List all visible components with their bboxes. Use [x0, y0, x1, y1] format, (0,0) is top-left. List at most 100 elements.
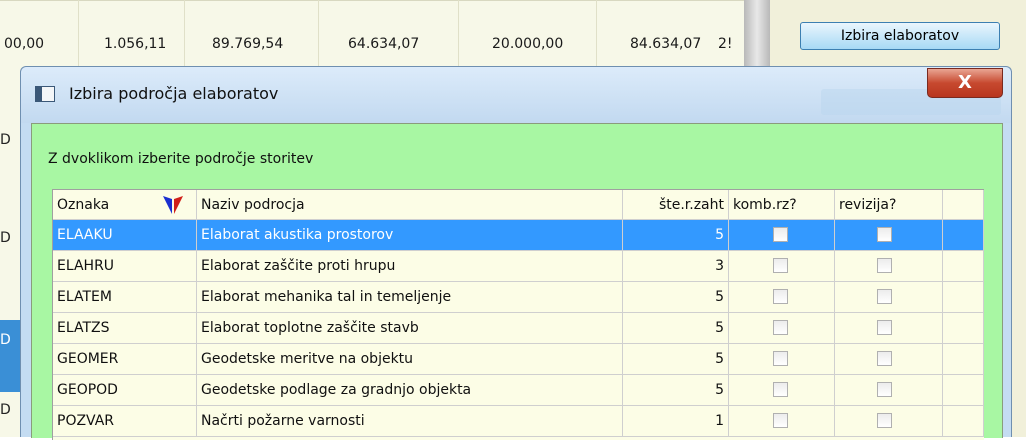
dialog-content: Z dvoklikom izberite področje storitev O…: [31, 123, 1003, 440]
cell-komb: [729, 220, 835, 251]
table-row[interactable]: GEOMER Geodetske meritve na objektu 5: [53, 344, 984, 375]
cell-filler: [943, 313, 984, 344]
cell-oznaka: POZVAR: [53, 406, 197, 437]
background-right-strip: [1012, 70, 1026, 437]
sheet-gridline: [184, 0, 185, 70]
column-header-label: Naziv podrocja: [201, 197, 305, 213]
cell-komb: [729, 313, 835, 344]
sheet-cell: 1.056,11: [104, 36, 167, 52]
sort-down-icon[interactable]: [163, 195, 183, 215]
sheet-cell-fragment: D: [0, 230, 11, 246]
sheet-top-line: [0, 0, 760, 1]
cell-revizija: [835, 220, 943, 251]
cell-komb: [729, 282, 835, 313]
dialog-title: Izbira področja elaboratov: [69, 84, 279, 103]
column-header-revizija[interactable]: revizija?: [835, 190, 943, 220]
sheet-cell: 20.000,00: [492, 36, 564, 52]
column-header-naziv[interactable]: Naziv podrocja: [197, 190, 623, 220]
cell-oznaka: GEOMER: [53, 344, 197, 375]
splitter-bar[interactable]: [744, 0, 770, 70]
cell-komb: [729, 375, 835, 406]
cell-naziv: Geodetske podlage za gradnjo objekta: [197, 375, 623, 406]
cell-filler: [943, 406, 984, 437]
cell-naziv: Geodetske meritve na objektu: [197, 344, 623, 375]
cell-stevilo: 1: [623, 406, 729, 437]
sheet-gridline: [318, 0, 319, 70]
cell-naziv: Elaborat akustika prostorov: [197, 220, 623, 251]
cell-stevilo: 3: [623, 251, 729, 282]
cell-revizija: [835, 375, 943, 406]
cell-komb: [729, 344, 835, 375]
cell-filler: [943, 344, 984, 375]
column-header-oznaka[interactable]: Oznaka: [53, 190, 197, 220]
komb-checkbox[interactable]: [773, 227, 788, 242]
sheet-cell: 89.769,54: [212, 36, 284, 52]
sheet-gridline: [78, 0, 79, 70]
komb-checkbox[interactable]: [773, 320, 788, 335]
komb-checkbox[interactable]: [773, 289, 788, 304]
cell-oznaka: ELATEM: [53, 282, 197, 313]
cell-oznaka: ELATZS: [53, 313, 197, 344]
cell-filler: [943, 375, 984, 406]
table-row[interactable]: ELAHRU Elaborat zaščite proti hrupu 3: [53, 251, 984, 282]
cell-stevilo: 5: [623, 375, 729, 406]
table-row[interactable]: ELATEM Elaborat mehanika tal in temeljen…: [53, 282, 984, 313]
table-row[interactable]: ELATZS Elaborat toplotne zaščite stavb 5: [53, 313, 984, 344]
window-icon: [35, 86, 55, 102]
revizija-checkbox[interactable]: [877, 258, 892, 273]
cell-filler: [943, 220, 984, 251]
cell-stevilo: 5: [623, 220, 729, 251]
cell-revizija: [835, 251, 943, 282]
table-row[interactable]: GEOPOD Geodetske podlage za gradnjo obje…: [53, 375, 984, 406]
column-header-filler: [943, 190, 984, 220]
close-button[interactable]: X: [927, 68, 1003, 98]
izbira-elaboratov-button[interactable]: Izbira elaboratov: [800, 22, 1000, 50]
cell-revizija: [835, 313, 943, 344]
komb-checkbox[interactable]: [773, 413, 788, 428]
column-header-label: Oznaka: [57, 197, 110, 213]
cell-oznaka: ELAHRU: [53, 251, 197, 282]
sheet-cell-fragment: D: [0, 132, 11, 148]
revizija-checkbox[interactable]: [877, 382, 892, 397]
sheet-cell: 84.634,07: [630, 36, 702, 52]
cell-stevilo: 5: [623, 282, 729, 313]
dialog-titlebar[interactable]: Izbira področja elaboratov X: [21, 67, 1011, 123]
cell-revizija: [835, 282, 943, 313]
cell-naziv: Elaborat mehanika tal in temeljenje: [197, 282, 623, 313]
revizija-checkbox[interactable]: [877, 227, 892, 242]
sheet-gridline: [458, 0, 459, 70]
table-row[interactable]: ELAAKU Elaborat akustika prostorov 5: [53, 220, 984, 251]
sheet-cell: 00,00: [4, 36, 45, 52]
revizija-checkbox[interactable]: [877, 413, 892, 428]
table-row[interactable]: POZVAR Načrti požarne varnosti 1: [53, 406, 984, 437]
cell-filler: [943, 282, 984, 313]
cell-stevilo: 5: [623, 313, 729, 344]
sheet-row: 00,00 1.056,11 89.769,54 64.634,07 20.00…: [0, 22, 760, 66]
revizija-checkbox[interactable]: [877, 351, 892, 366]
cell-naziv: Elaborat zaščite proti hrupu: [197, 251, 623, 282]
cell-stevilo: 5: [623, 344, 729, 375]
column-header-stevilo[interactable]: šte.r.zaht: [623, 190, 729, 220]
cell-revizija: [835, 406, 943, 437]
komb-checkbox[interactable]: [773, 258, 788, 273]
cell-revizija: [835, 344, 943, 375]
cell-naziv: Elaborat toplotne zaščite stavb: [197, 313, 623, 344]
sheet-cell: 2!: [718, 36, 733, 52]
cell-naziv: Načrti požarne varnosti: [197, 406, 623, 437]
cell-filler: [943, 251, 984, 282]
sheet-cell: 64.634,07: [348, 36, 420, 52]
komb-checkbox[interactable]: [773, 351, 788, 366]
revizija-checkbox[interactable]: [877, 289, 892, 304]
podrocja-grid[interactable]: Oznaka Naziv podrocja šte.r.zaht komb.rz…: [52, 189, 984, 440]
cell-komb: [729, 251, 835, 282]
instruction-label: Z dvoklikom izberite področje storitev: [48, 151, 314, 167]
sheet-gridline: [596, 0, 597, 70]
cell-oznaka: ELAAKU: [53, 220, 197, 251]
grid-header: Oznaka Naziv podrocja šte.r.zaht komb.rz…: [53, 190, 984, 220]
column-header-komb[interactable]: komb.rz?: [729, 190, 835, 220]
cell-komb: [729, 406, 835, 437]
close-icon: X: [958, 72, 972, 93]
komb-checkbox[interactable]: [773, 382, 788, 397]
revizija-checkbox[interactable]: [877, 320, 892, 335]
cell-oznaka: GEOPOD: [53, 375, 197, 406]
